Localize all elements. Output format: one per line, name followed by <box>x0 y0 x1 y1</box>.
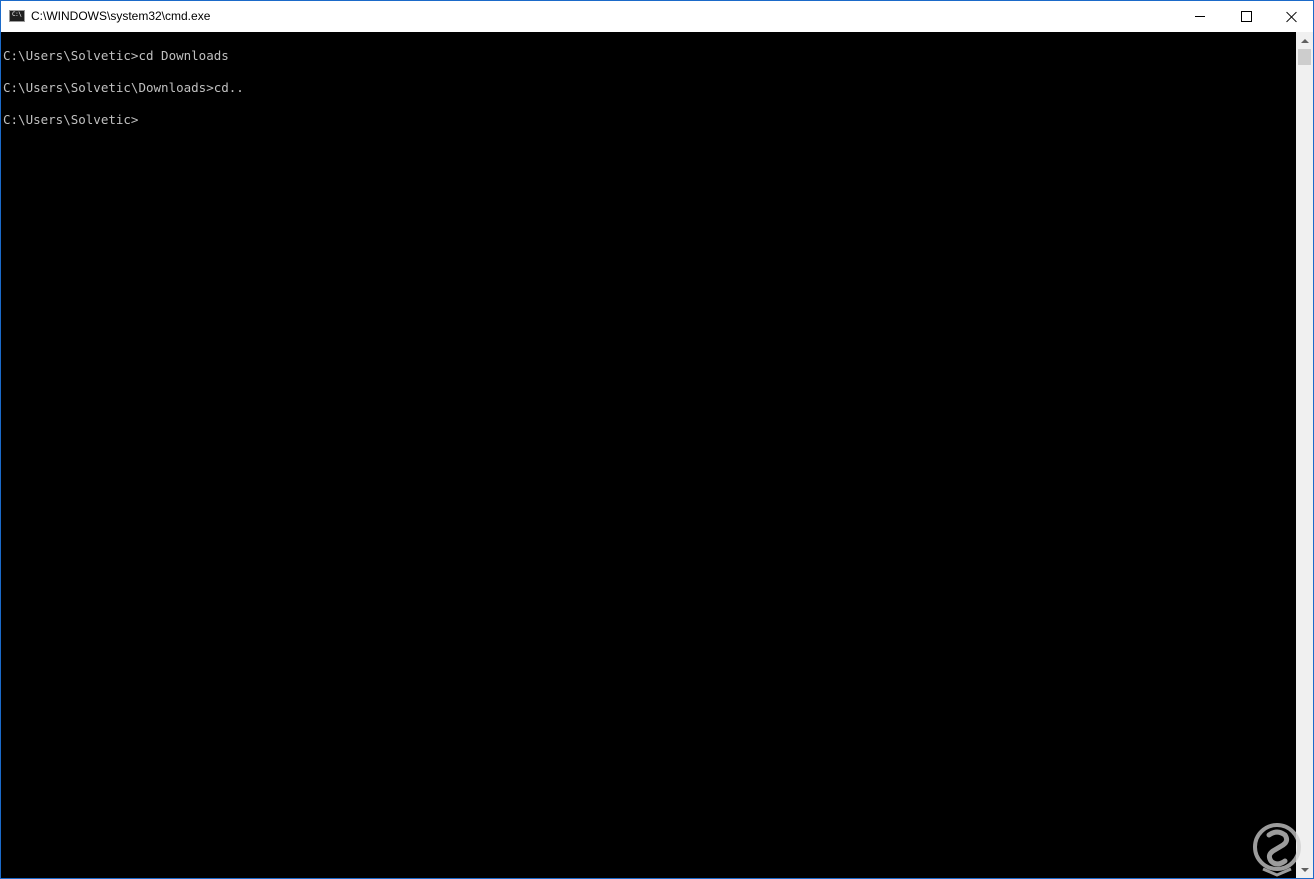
cmd-window: C:\ C:\WINDOWS\system32\cmd.exe C:\Users… <box>0 0 1314 879</box>
minimize-button[interactable] <box>1177 1 1223 32</box>
close-icon <box>1286 11 1298 23</box>
cmd-icon-text: C:\ <box>12 11 22 18</box>
solvetic-logo <box>1253 823 1301 877</box>
console-line: C:\Users\Solvetic\Downloads>cd.. <box>3 80 244 95</box>
vertical-scrollbar[interactable] <box>1296 32 1313 878</box>
cmd-icon[interactable]: C:\ <box>9 10 25 22</box>
maximize-button[interactable] <box>1223 1 1269 32</box>
console-output[interactable]: C:\Users\Solvetic>cd Downloads C:\Users\… <box>1 32 1296 878</box>
maximize-icon <box>1240 11 1252 22</box>
console-line: C:\Users\Solvetic>cd Downloads <box>3 48 229 63</box>
scroll-up-button[interactable] <box>1296 32 1313 49</box>
chevron-up-icon <box>1300 38 1309 43</box>
scrollbar-thumb[interactable] <box>1298 49 1311 65</box>
title-bar[interactable]: C:\ C:\WINDOWS\system32\cmd.exe <box>1 1 1313 32</box>
window-title: C:\WINDOWS\system32\cmd.exe <box>31 9 211 23</box>
close-button[interactable] <box>1269 1 1313 32</box>
minimize-icon <box>1195 16 1205 17</box>
console-prompt-line: C:\Users\Solvetic> <box>3 112 139 127</box>
